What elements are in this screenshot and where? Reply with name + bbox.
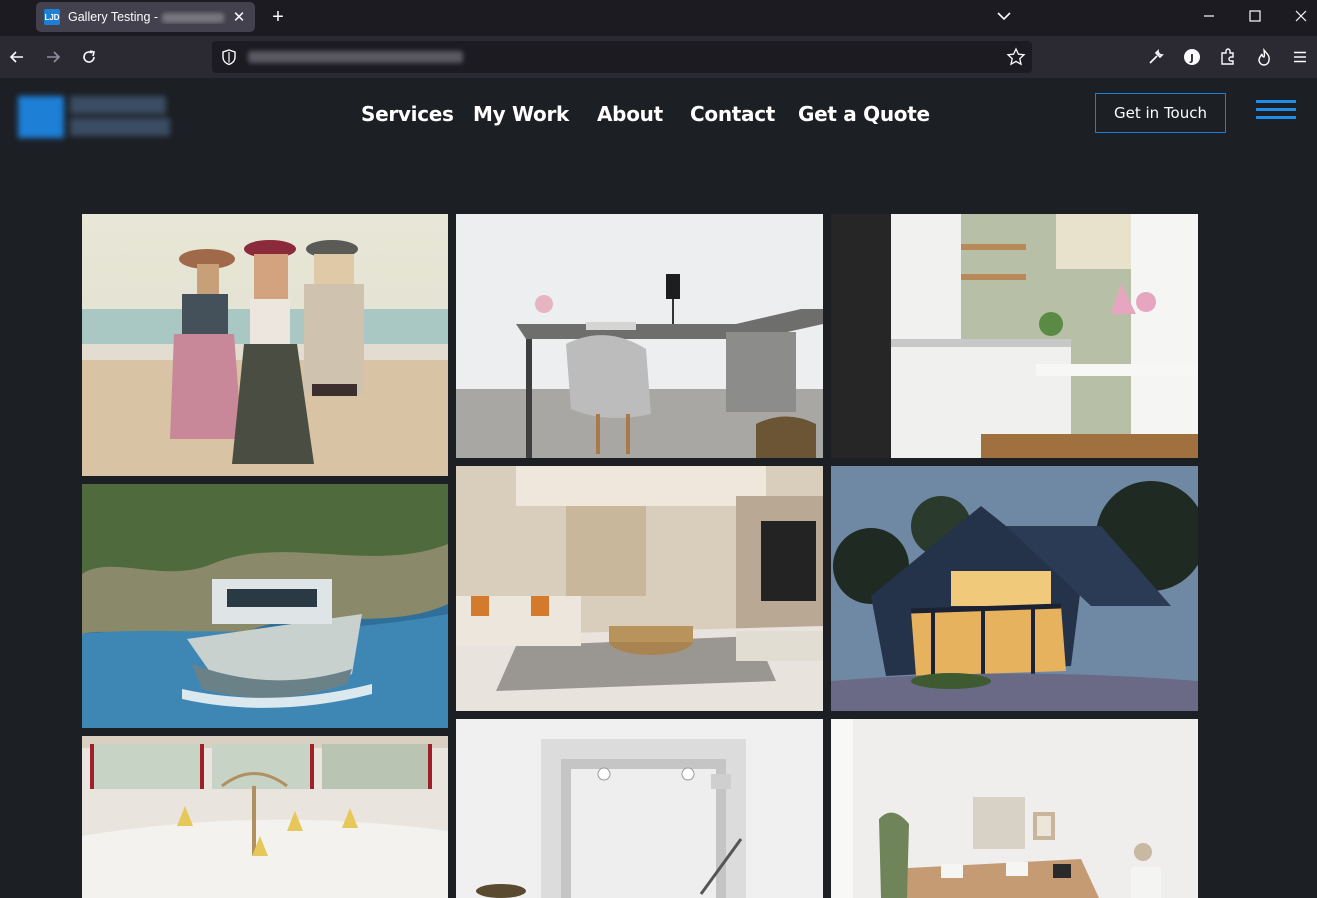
nav-link-my-work[interactable]: My Work <box>473 102 569 126</box>
nav-link-about[interactable]: About <box>597 102 663 126</box>
gallery-image-women-beach[interactable] <box>82 214 448 476</box>
tab-title-blurred <box>161 12 224 23</box>
back-arrow-icon[interactable] <box>4 44 30 70</box>
gallery-image-living-room-sofa[interactable] <box>831 719 1198 898</box>
chevron-down-icon[interactable] <box>994 6 1014 26</box>
gallery-image-kitchen[interactable] <box>831 214 1198 458</box>
gallery-image-mirror-bathroom[interactable] <box>456 719 823 898</box>
svg-text:J: J <box>1189 53 1194 64</box>
close-icon[interactable] <box>1278 0 1317 32</box>
reload-icon[interactable] <box>76 44 102 70</box>
forward-arrow-icon[interactable] <box>40 44 66 70</box>
bookmark-star-icon[interactable] <box>1006 47 1026 72</box>
url-text-blurred <box>248 51 463 63</box>
browser-nav-bar: J <box>0 36 1317 78</box>
maximize-icon[interactable] <box>1232 0 1278 32</box>
wrench-icon[interactable] <box>1143 44 1169 70</box>
get-in-touch-button[interactable]: Get in Touch <box>1095 93 1226 133</box>
url-bar[interactable] <box>212 41 1032 73</box>
fire-icon[interactable] <box>1251 44 1277 70</box>
gallery-image-banquet-hall[interactable] <box>82 736 448 898</box>
account-icon[interactable]: J <box>1179 44 1205 70</box>
site-favicon-icon: LJD <box>44 9 60 25</box>
gallery-image-yacht[interactable] <box>82 484 448 728</box>
shield-icon[interactable] <box>220 48 238 71</box>
hamburger-menu-icon[interactable] <box>1256 100 1296 120</box>
browser-tab[interactable]: LJD Gallery Testing - ✕ <box>36 2 255 32</box>
nav-link-get-a-quote[interactable]: Get a Quote <box>798 102 930 126</box>
extensions-icon[interactable] <box>1215 44 1241 70</box>
browser-tab-bar: LJD Gallery Testing - ✕ + <box>0 0 1317 36</box>
nav-link-services[interactable]: Services <box>361 102 454 126</box>
close-tab-icon[interactable]: ✕ <box>231 8 247 26</box>
menu-icon[interactable] <box>1287 44 1313 70</box>
website: Services My Work About Contact Get a Quo… <box>0 78 1317 898</box>
image-gallery <box>82 214 1198 898</box>
gallery-image-modern-house[interactable] <box>831 466 1198 711</box>
gallery-image-office-desk[interactable] <box>456 214 823 458</box>
tab-title: Gallery Testing - <box>68 10 231 24</box>
new-tab-icon[interactable]: + <box>268 6 288 28</box>
minimize-icon[interactable] <box>1186 0 1232 32</box>
nav-link-contact[interactable]: Contact <box>690 102 775 126</box>
gallery-image-living-room-tv[interactable] <box>456 466 823 711</box>
